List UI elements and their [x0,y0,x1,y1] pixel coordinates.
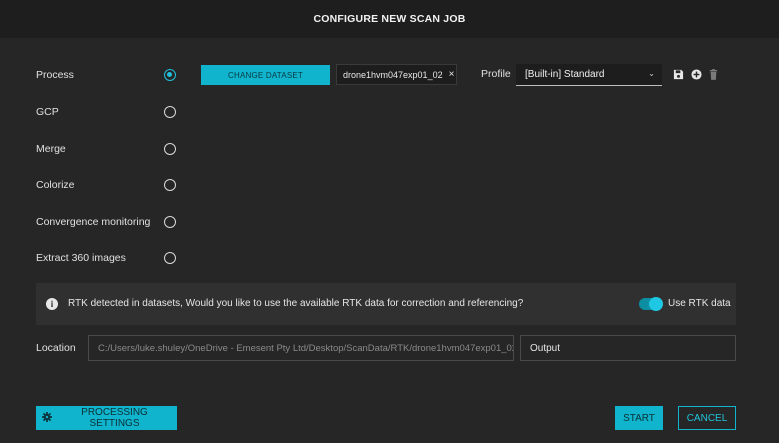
location-path-input[interactable]: C:/Users/luke.shuley/OneDrive - Emesent … [88,335,514,361]
gear-icon [42,411,52,425]
location-label: Location [36,342,76,354]
option-row-extract-360[interactable]: Extract 360 images [0,247,779,269]
configure-scan-job-dialog: CONFIGURE NEW SCAN JOB Process GCP Merge… [0,0,779,443]
radio-convergence-monitoring[interactable] [164,216,176,228]
start-button[interactable]: START [615,406,663,430]
radio-colorize[interactable] [164,179,176,191]
option-row-convergence[interactable]: Convergence monitoring [0,211,779,233]
profile-select[interactable]: [Built-in] Standard ⌄ [516,64,662,86]
trash-icon[interactable] [707,68,719,80]
option-row-merge[interactable]: Merge [0,138,779,160]
output-name-input[interactable]: Output [520,335,736,361]
info-icon: i [46,298,58,310]
option-label: Colorize [36,179,75,191]
option-label: Extract 360 images [36,252,126,264]
processing-settings-label: PROCESSING SETTINGS [81,407,148,429]
save-icon[interactable] [672,68,684,80]
use-rtk-label: Use RTK data [668,298,731,309]
radio-merge[interactable] [164,143,176,155]
profile-select-value: [Built-in] Standard [525,69,605,80]
profile-label: Profile [481,68,511,80]
rtk-message: RTK detected in datasets, Would you like… [68,298,524,309]
radio-gcp[interactable] [164,106,176,118]
cancel-button[interactable]: CANCEL [678,406,736,430]
option-label: GCP [36,106,59,118]
dataset-chip-label: drone1hvm047exp01_02 [343,69,443,80]
processing-settings-button[interactable]: PROCESSING SETTINGS [36,406,177,430]
change-dataset-button[interactable]: CHANGE DATASET [201,65,330,85]
dataset-chip: drone1hvm047exp01_02 × [336,64,457,85]
option-row-colorize[interactable]: Colorize [0,174,779,196]
option-label: Process [36,69,74,81]
add-circle-icon[interactable] [690,68,702,80]
chevron-down-icon: ⌄ [648,69,655,78]
rtk-notice-bar: i RTK detected in datasets, Would you li… [36,283,736,325]
use-rtk-toggle[interactable] [639,297,663,311]
option-row-gcp[interactable]: GCP [0,101,779,123]
option-label: Merge [36,143,66,155]
radio-extract-360-images[interactable] [164,252,176,264]
radio-process[interactable] [164,69,176,81]
dialog-title: CONFIGURE NEW SCAN JOB [0,0,779,38]
option-label: Convergence monitoring [36,216,151,228]
remove-dataset-close-icon[interactable]: × [449,69,455,80]
